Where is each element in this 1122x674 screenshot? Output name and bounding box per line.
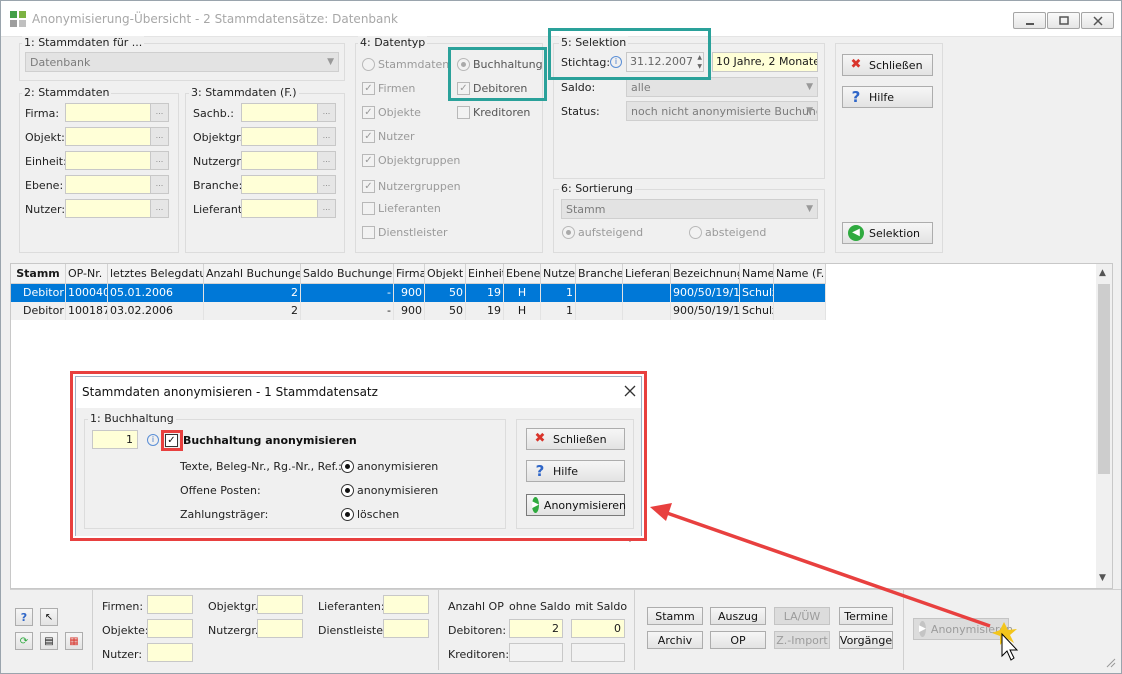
dialog-option-radio[interactable] [341, 484, 354, 497]
close-icon: ✖ [534, 431, 546, 446]
dialog-schliessen-label: Schließen [553, 432, 607, 446]
dialog-hilfe-button[interactable]: ? Hilfe [526, 460, 625, 482]
help-icon: ? [535, 462, 545, 480]
dialog-title: Stammdaten anonymisieren - 1 Stammdatens… [82, 385, 378, 399]
buchhaltung-anonymisieren-checkbox[interactable]: ✓ [165, 434, 178, 447]
arrow-right-icon: ▶ [532, 497, 539, 513]
dialog-option-radio[interactable] [341, 460, 354, 473]
buchhaltung-anonymisieren-label: Buchhaltung anonymisieren [183, 434, 357, 447]
click-burst-icon [611, 507, 1017, 645]
buchhaltung-count: 1 [92, 430, 138, 449]
dialog-hilfe-label: Hilfe [553, 464, 579, 478]
annotation-arrow [611, 503, 1019, 661]
dialog-anonymisieren-button[interactable]: ▶ Anonymisieren [526, 494, 626, 516]
dialog-option-label: Offene Posten: [180, 484, 261, 497]
dialog-anonymisieren-label: Anonymisieren [543, 498, 626, 512]
dialog-schliessen-button[interactable]: ✖ Schließen [526, 428, 625, 450]
anonymize-dialog: Stammdaten anonymisieren - 1 Stammdatens… [70, 371, 647, 541]
dialog-close-icon[interactable] [624, 385, 636, 397]
dialog-option-label: Texte, Beleg-Nr., Rg.-Nr., Ref.: [180, 460, 342, 473]
group-label-buchhaltung: 1: Buchhaltung [88, 412, 176, 425]
dialog-body: 1: Buchhaltung 1 i ✓ Buchhaltung anonymi… [76, 408, 641, 536]
dialog-option-label: Zahlungsträger: [180, 508, 269, 521]
dialog-option-radio[interactable] [341, 508, 354, 521]
dialog-frame: Stammdaten anonymisieren - 1 Stammdatens… [75, 376, 642, 536]
dialog-option-value: anonymisieren [357, 460, 439, 473]
dialog-option-value: anonymisieren [357, 484, 439, 497]
dialog-option-value: löschen [357, 508, 400, 521]
info-icon: i [147, 434, 159, 446]
